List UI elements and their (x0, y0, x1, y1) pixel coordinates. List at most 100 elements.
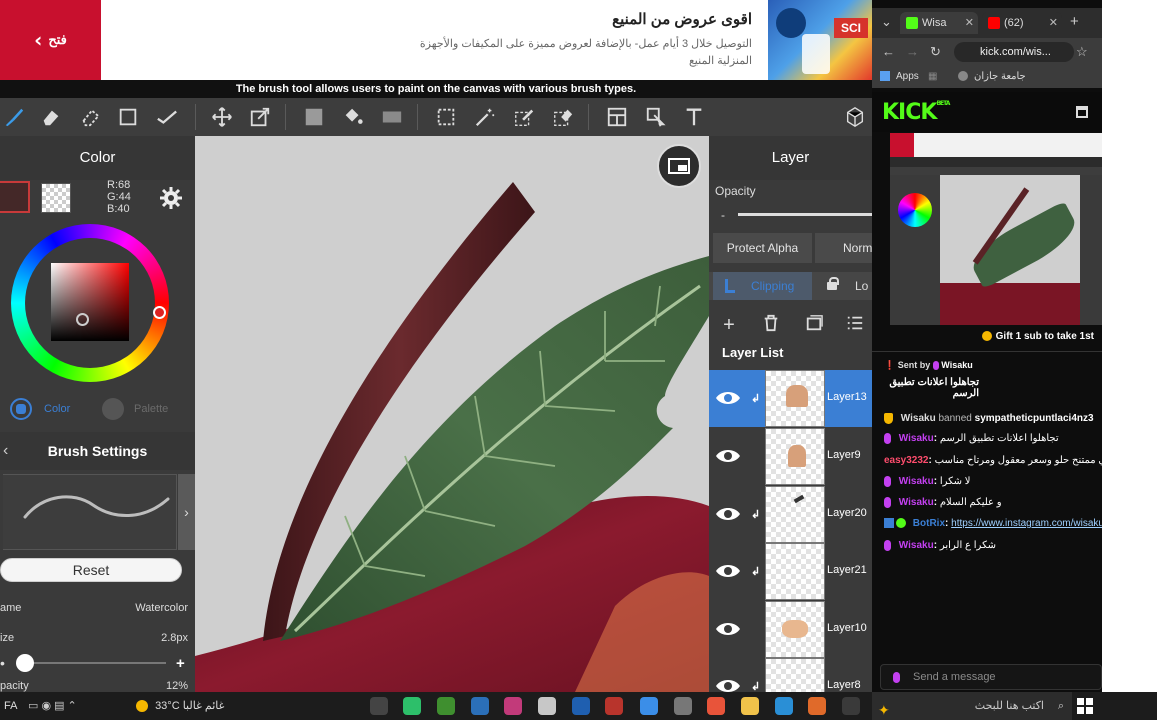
size-decrease-button[interactable]: • (0, 655, 5, 671)
eye-icon[interactable] (715, 620, 741, 638)
brush-name-value[interactable]: Watercolor (135, 602, 188, 614)
url-field[interactable]: kick.com/wis... (954, 42, 1074, 62)
tab-color[interactable]: Color (10, 398, 70, 420)
app-icon[interactable] (674, 697, 692, 715)
reload-icon[interactable]: ↻ (930, 44, 941, 60)
layer-menu-icon[interactable] (844, 314, 866, 336)
move-tool-icon[interactable] (208, 103, 236, 131)
bookmark-university[interactable]: جامعة جازان (974, 71, 1026, 82)
app-icon[interactable] (471, 697, 489, 715)
layer-opacity-decrease[interactable]: - (721, 208, 725, 222)
delete-layer-icon[interactable] (760, 314, 782, 336)
clipping-button[interactable]: Clipping (713, 272, 812, 300)
tab-search-icon[interactable]: ⌄ (881, 14, 892, 30)
stream-preview[interactable] (890, 133, 1102, 325)
frame-divider-icon[interactable] (603, 103, 631, 131)
layer-row[interactable]: ↲ Layer21 (709, 543, 872, 600)
add-layer-icon[interactable]: + (718, 314, 740, 336)
app-icon[interactable] (842, 697, 860, 715)
main-color-swatch[interactable] (0, 181, 30, 213)
todo-icon[interactable] (640, 697, 658, 715)
ad-image[interactable]: SCI (768, 0, 872, 80)
eye-icon[interactable] (715, 389, 741, 407)
eye-icon[interactable] (715, 447, 741, 465)
close-icon[interactable]: ✕ (1049, 12, 1058, 34)
brush-tool-icon[interactable] (0, 103, 28, 131)
eye-icon[interactable] (715, 677, 741, 692)
material-icon[interactable] (841, 103, 869, 131)
chrome-icon[interactable] (707, 697, 725, 715)
eraser-tool-icon[interactable] (37, 103, 65, 131)
back-icon[interactable]: ← (882, 44, 895, 59)
bookmark-star-icon[interactable]: ☆ (1076, 44, 1088, 60)
gift-banner[interactable]: Gift 1 sub to take 1st (872, 327, 1102, 347)
fill-color-icon[interactable] (300, 103, 328, 131)
taskbar-search[interactable]: ✦ اكتب هنا للبحث ⌕ (872, 692, 1072, 720)
bucket-tool-icon[interactable] (339, 103, 367, 131)
gradient-tool-icon[interactable] (378, 103, 406, 131)
protect-alpha-button[interactable]: Protect Alpha (713, 233, 812, 263)
select-eraser-icon[interactable] (549, 103, 577, 131)
chat-user[interactable]: Wisaku (899, 497, 934, 508)
app-icon[interactable] (808, 697, 826, 715)
chat-input[interactable]: Send a message (880, 664, 1102, 690)
smudge-eraser-icon[interactable] (77, 103, 105, 131)
eye-icon[interactable] (715, 562, 741, 580)
layer-row[interactable]: ↲ Layer8 (709, 658, 872, 692)
chat-target[interactable]: sympatheticpuntlaci4nz3 (975, 413, 1094, 424)
ad-banner[interactable]: ‹ فتح اقوى عروض من المنيع التوصيل خلال 3… (0, 0, 872, 80)
browser-tab-kick[interactable]: Wisa ✕ (900, 12, 978, 34)
browser-tab-youtube[interactable]: (62) ✕ (982, 12, 1062, 34)
chat-user[interactable]: easy3232 (884, 455, 929, 466)
chevron-left-icon[interactable]: ‹ (3, 432, 8, 470)
chat-user[interactable]: BotRix (913, 518, 945, 529)
input-language[interactable]: FA (4, 692, 17, 720)
shape-tool-icon[interactable] (114, 103, 142, 131)
reset-button[interactable]: Reset (0, 558, 182, 582)
layer-row[interactable]: Layer10 (709, 601, 872, 658)
operation-tool-icon[interactable] (642, 103, 670, 131)
select-tool-icon[interactable] (432, 103, 460, 131)
chevron-right-icon[interactable]: › (178, 474, 195, 550)
layer-row[interactable]: ↲ Layer13 (709, 370, 872, 427)
hue-picker-handle[interactable] (153, 306, 166, 319)
app-icon[interactable] (538, 697, 556, 715)
chat-link[interactable]: https://www.instagram.com/wisaku_ (951, 518, 1102, 529)
layer-opacity-slider[interactable] (738, 213, 872, 216)
layer-image-icon[interactable] (803, 314, 825, 336)
canvas-navigator-button[interactable] (657, 144, 701, 188)
size-slider-handle[interactable] (16, 654, 34, 672)
close-icon[interactable]: ✕ (965, 12, 974, 34)
blend-mode-button[interactable]: Norm (815, 233, 872, 263)
correction-tool-icon[interactable] (153, 103, 181, 131)
new-tab-icon[interactable]: + (1070, 13, 1079, 30)
sub-color-swatch[interactable] (41, 183, 71, 213)
saturation-value-square[interactable] (51, 263, 129, 341)
drawing-canvas[interactable] (195, 136, 709, 692)
sent-by-user[interactable]: Wisaku (941, 360, 972, 370)
edge-icon[interactable] (775, 697, 793, 715)
gear-icon[interactable] (159, 186, 183, 210)
layer-row[interactable]: ↲ Layer20 (709, 486, 872, 543)
app-icon[interactable] (605, 697, 623, 715)
magic-wand-icon[interactable] (471, 103, 499, 131)
eye-icon[interactable] (715, 505, 741, 523)
layer-row[interactable]: Layer9 (709, 428, 872, 485)
windows-start-icon[interactable] (1077, 698, 1093, 714)
size-slider[interactable] (24, 662, 166, 664)
sv-picker-handle[interactable] (76, 313, 89, 326)
tab-palette[interactable]: Palette (102, 398, 168, 420)
kick-logo[interactable]: KICKBETA (882, 100, 950, 125)
size-increase-button[interactable]: + (176, 655, 185, 672)
chat-user[interactable]: Wisaku (899, 540, 934, 551)
lock-button[interactable]: Lo (815, 272, 872, 300)
outlook-icon[interactable] (572, 697, 590, 715)
ad-open-button[interactable]: ‹ فتح (0, 0, 101, 80)
chat-user[interactable]: Wisaku (901, 413, 936, 424)
app-icon[interactable] (403, 697, 421, 715)
app-icon[interactable] (370, 697, 388, 715)
forward-icon[interactable]: → (906, 44, 919, 59)
folder-icon[interactable] (741, 697, 759, 715)
bookmark-apps[interactable]: Apps (896, 71, 919, 82)
transform-tool-icon[interactable] (246, 103, 274, 131)
